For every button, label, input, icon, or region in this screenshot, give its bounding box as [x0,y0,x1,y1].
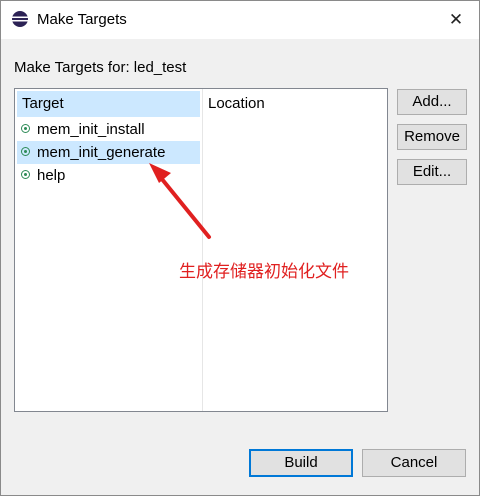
column-header-target[interactable]: Target [17,91,200,117]
target-name: mem_init_generate [37,144,166,161]
window-title: Make Targets [37,11,127,28]
target-name: mem_init_install [37,121,145,138]
remove-button[interactable]: Remove [397,124,467,150]
targets-table[interactable]: Target Location mem_init_install mem_ini… [14,88,388,412]
make-targets-dialog: Make Targets ✕ Make Targets for: led_tes… [0,0,480,496]
table-row[interactable]: mem_init_install [17,118,200,141]
annotation-text: 生成存储器初始化文件 [179,262,349,282]
column-divider [202,89,203,411]
target-icon [21,170,30,179]
title-bar: Make Targets ✕ [1,1,479,39]
table-row-selected[interactable]: mem_init_generate [17,141,200,164]
close-icon: ✕ [448,10,464,29]
cancel-button[interactable]: Cancel [362,449,466,477]
close-button[interactable]: ✕ [433,1,479,39]
column-header-location[interactable]: Location [206,91,378,117]
eclipse-icon [12,11,28,27]
target-icon [21,124,30,133]
target-name: help [37,167,66,184]
add-button[interactable]: Add... [397,89,467,115]
table-row[interactable]: help [17,164,200,187]
make-targets-for-label: Make Targets for: led_test [14,59,187,76]
target-icon [21,147,30,156]
edit-button[interactable]: Edit... [397,159,467,185]
build-button[interactable]: Build [249,449,353,477]
